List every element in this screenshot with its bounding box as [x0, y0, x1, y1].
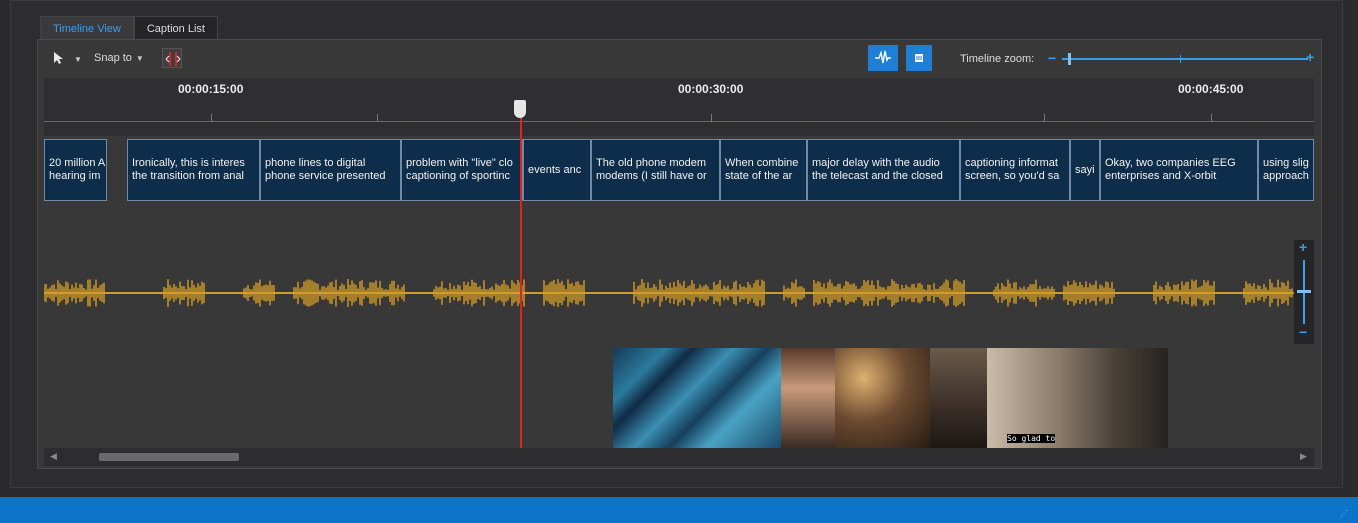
caption-block[interactable]: sayi — [1070, 139, 1100, 201]
video-thumbnail — [613, 348, 781, 448]
caption-line: The old phone modem — [596, 157, 707, 169]
view-tabs: Timeline View Caption List — [40, 16, 218, 41]
caption-line: When combine — [725, 157, 799, 169]
cursor-icon — [52, 51, 64, 68]
video-thumbnail: So glad to — [987, 348, 1168, 448]
caption-line: Ironically, this is interes — [132, 157, 245, 169]
video-thumbnail-strip[interactable]: So glad to — [613, 348, 1168, 448]
caption-block[interactable]: Ironically, this is interes the transiti… — [127, 139, 260, 201]
timecode-label: 00:00:30:00 — [678, 82, 744, 96]
caption-line: sayi — [1075, 164, 1095, 176]
video-thumbnail — [781, 348, 835, 448]
select-tool-button[interactable]: ▼ — [52, 51, 82, 68]
horizontal-scrollbar[interactable]: ◀ ▶ — [44, 448, 1314, 466]
status-bar: ⋰ — [0, 497, 1358, 523]
vertical-zoom-out-button[interactable]: − — [1299, 324, 1307, 340]
audio-waveform[interactable] — [44, 270, 1294, 316]
caption-line: screen, so you'd sa — [965, 170, 1060, 182]
scroll-right-icon[interactable]: ▶ — [1300, 451, 1307, 462]
vertical-zoom-control: + − — [1294, 239, 1314, 344]
snap-to-button[interactable]: Snap to ▼ — [94, 52, 144, 64]
playhead-handle[interactable] — [514, 100, 526, 118]
caption-line: hearing im — [49, 170, 101, 182]
ruler-baseline — [44, 121, 1314, 122]
snap-icon[interactable] — [162, 48, 182, 68]
tab-caption-list[interactable]: Caption List — [133, 16, 218, 41]
zoom-out-button[interactable]: − — [1048, 50, 1056, 66]
vertical-zoom-handle[interactable] — [1297, 290, 1311, 293]
waveform-toggle-button[interactable] — [868, 45, 898, 71]
caption-line: the transition from anal — [132, 170, 244, 182]
ruler-tick — [377, 114, 378, 122]
playhead[interactable] — [520, 112, 522, 448]
timecode-label: 00:00:15:00 — [178, 82, 244, 96]
video-thumbnail — [930, 348, 987, 448]
caption-block[interactable]: phone lines to digital phone service pre… — [260, 139, 401, 201]
caption-line: events anc — [528, 164, 582, 176]
caption-block[interactable]: major delay with the audio the telecast … — [807, 139, 960, 201]
caption-block[interactable]: When combine state of the ar — [720, 139, 807, 201]
caption-line: phone lines to digital — [265, 157, 366, 169]
caption-line: 20 million A — [49, 157, 106, 169]
timeline-zoom-label: Timeline zoom: — [960, 53, 1035, 65]
video-subtitle-text: So glad to — [1007, 434, 1056, 443]
caption-line: problem with "live" clo — [406, 157, 513, 169]
chevron-down-icon: ▼ — [74, 55, 82, 64]
caption-line: Okay, two companies EEG — [1105, 157, 1236, 169]
caption-block[interactable]: captioning informat screen, so you'd sa — [960, 139, 1070, 201]
waveform-icon — [868, 50, 898, 74]
caption-block[interactable]: Okay, two companies EEG enterprises and … — [1100, 139, 1258, 201]
timeline-zoom-slider[interactable] — [1062, 53, 1308, 65]
scrollbar-thumb[interactable] — [99, 453, 239, 461]
caption-block[interactable]: events anc — [523, 139, 591, 201]
caption-line: captioning informat — [965, 157, 1058, 169]
zoom-in-button[interactable]: + — [1306, 49, 1314, 65]
caption-line: captioning of sportinc — [406, 170, 510, 182]
timeline-toolbar: ▼ Snap to ▼ Timeline zoom: − + — [38, 44, 1321, 74]
captions-icon — [906, 54, 932, 74]
captions-toggle-button[interactable] — [906, 45, 932, 71]
timecode-label: 00:00:45:00 — [1178, 82, 1244, 96]
caption-line: major delay with the audio — [812, 157, 940, 169]
caption-line: the telecast and the closed — [812, 170, 943, 182]
ruler-tick — [1211, 114, 1212, 122]
vertical-zoom-in-button[interactable]: + — [1299, 239, 1307, 255]
chevron-down-icon: ▼ — [135, 53, 144, 63]
resize-grip-icon[interactable]: ⋰ — [1340, 509, 1348, 518]
caption-block[interactable]: 20 million A hearing im — [44, 139, 107, 201]
zoom-slider-tick — [1180, 55, 1181, 63]
caption-line: using slig — [1263, 157, 1309, 169]
caption-line: state of the ar — [725, 170, 793, 182]
ruler-tick — [711, 114, 712, 122]
caption-block[interactable]: The old phone modem modems (I still have… — [591, 139, 720, 201]
tab-timeline-view[interactable]: Timeline View — [40, 16, 134, 41]
caption-block[interactable]: using slig approach — [1258, 139, 1314, 201]
ruler-tick — [1044, 114, 1045, 122]
zoom-slider-handle[interactable] — [1068, 53, 1071, 65]
caption-line: enterprises and X-orbit — [1105, 170, 1217, 182]
ruler-tick — [211, 114, 212, 122]
caption-line: approach — [1263, 170, 1309, 182]
snap-to-label: Snap to — [94, 52, 132, 64]
video-thumbnail — [835, 348, 930, 448]
caption-line: phone service presented — [265, 170, 386, 182]
caption-block[interactable]: problem with "live" clo captioning of sp… — [401, 139, 523, 201]
scroll-left-icon[interactable]: ◀ — [50, 451, 57, 462]
caption-line: modems (I still have or — [596, 170, 707, 182]
